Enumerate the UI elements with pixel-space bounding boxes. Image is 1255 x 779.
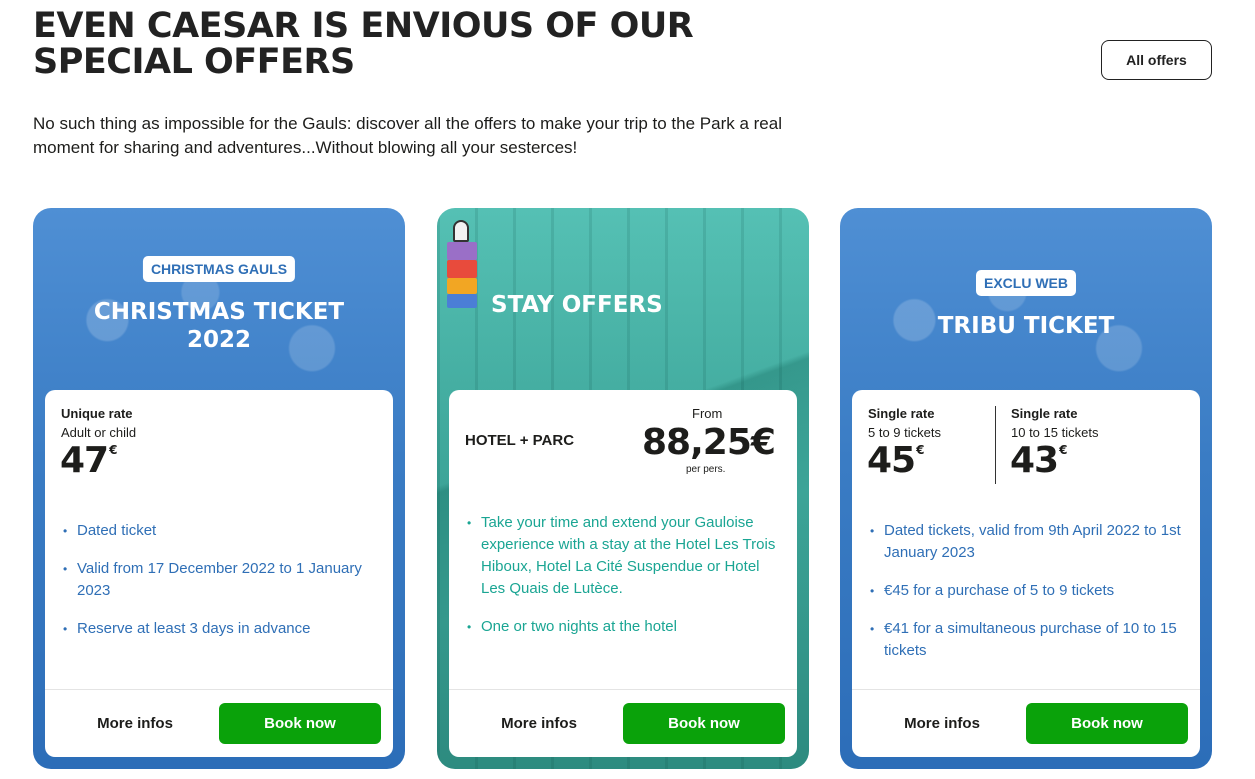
more-infos-link[interactable]: More infos <box>852 690 1032 757</box>
list-item: Reserve at least 3 days in advance <box>61 618 371 640</box>
list-item: Take your time and extend your Gauloise … <box>465 512 780 600</box>
offer-title: CHRISTMAS TICKET 2022 <box>33 298 405 354</box>
offer-price: 88,25€ <box>642 422 776 463</box>
list-item: €41 for a simultaneous purchase of 10 to… <box>868 618 1186 662</box>
rate-label: Unique rate <box>61 406 133 421</box>
offer-title-line2: 2022 <box>186 327 251 353</box>
intro-text: No such thing as impossible for the Gaul… <box>33 114 782 157</box>
list-item: Dated ticket <box>61 520 371 542</box>
all-offers-button[interactable]: All offers <box>1101 40 1212 80</box>
offer-badge: CHRISTMAS GAULS <box>142 256 296 282</box>
list-item: €45 for a purchase of 5 to 9 tickets <box>868 580 1186 602</box>
rate-subtitle: 5 to 9 tickets <box>868 425 941 440</box>
gift-stack-icon <box>447 220 481 308</box>
offer-price: 43€ <box>1010 440 1068 481</box>
offer-features: Take your time and extend your Gauloise … <box>465 512 780 654</box>
offer-footer: More infos Book now <box>852 689 1200 757</box>
list-item: One or two nights at the hotel <box>465 616 780 638</box>
offer-footer: More infos Book now <box>449 689 797 757</box>
offer-panel: HOTEL + PARC From 88,25€ per pers. Take … <box>449 390 797 757</box>
offer-panel: Unique rate Adult or child 47€ Dated tic… <box>45 390 393 757</box>
from-label: From <box>692 406 723 421</box>
page-title: EVEN CAESAR IS ENVIOUS OF OUR SPECIAL OF… <box>33 6 694 82</box>
rate-divider <box>995 406 996 484</box>
offer-price: 47€ <box>60 440 118 481</box>
per-person-label: per pers. <box>686 464 726 475</box>
offer-features: Dated ticket Valid from 17 December 2022… <box>61 520 371 656</box>
offer-features: Dated tickets, valid from 9th April 2022… <box>868 520 1186 678</box>
list-item: Valid from 17 December 2022 to 1 January… <box>61 558 371 602</box>
offer-badge: EXCLU WEB <box>976 270 1076 296</box>
book-now-button[interactable]: Book now <box>1026 703 1188 744</box>
list-item: Dated tickets, valid from 9th April 2022… <box>868 520 1186 564</box>
rate-label: Single rate <box>868 406 935 421</box>
book-now-button[interactable]: Book now <box>623 703 785 744</box>
offer-card-christmas: CHRISTMAS GAULS CHRISTMAS TICKET 2022 Un… <box>33 208 405 769</box>
more-infos-link[interactable]: More infos <box>449 690 629 757</box>
rate-subtitle: Adult or child <box>61 425 137 440</box>
offer-card-stay: STAY OFFERS HOTEL + PARC From 88,25€ per… <box>437 208 809 769</box>
more-infos-link[interactable]: More infos <box>45 690 225 757</box>
rate-subtitle: 10 to 15 tickets <box>1011 425 1099 440</box>
offer-card-tribu: EXCLU WEB TRIBU TICKET Single rate 5 to … <box>840 208 1212 769</box>
offer-footer: More infos Book now <box>45 689 393 757</box>
offer-title: TRIBU TICKET <box>937 313 1115 339</box>
book-now-button[interactable]: Book now <box>219 703 381 744</box>
rate-label: Single rate <box>1011 406 1078 421</box>
offer-title: STAY OFFERS <box>491 292 663 318</box>
offer-panel: Single rate 5 to 9 tickets 45€ Single ra… <box>852 390 1200 757</box>
offer-price: 45€ <box>867 440 925 481</box>
offer-title-line1: CHRISTMAS TICKET <box>93 299 345 325</box>
product-name: HOTEL + PARC <box>465 432 575 449</box>
